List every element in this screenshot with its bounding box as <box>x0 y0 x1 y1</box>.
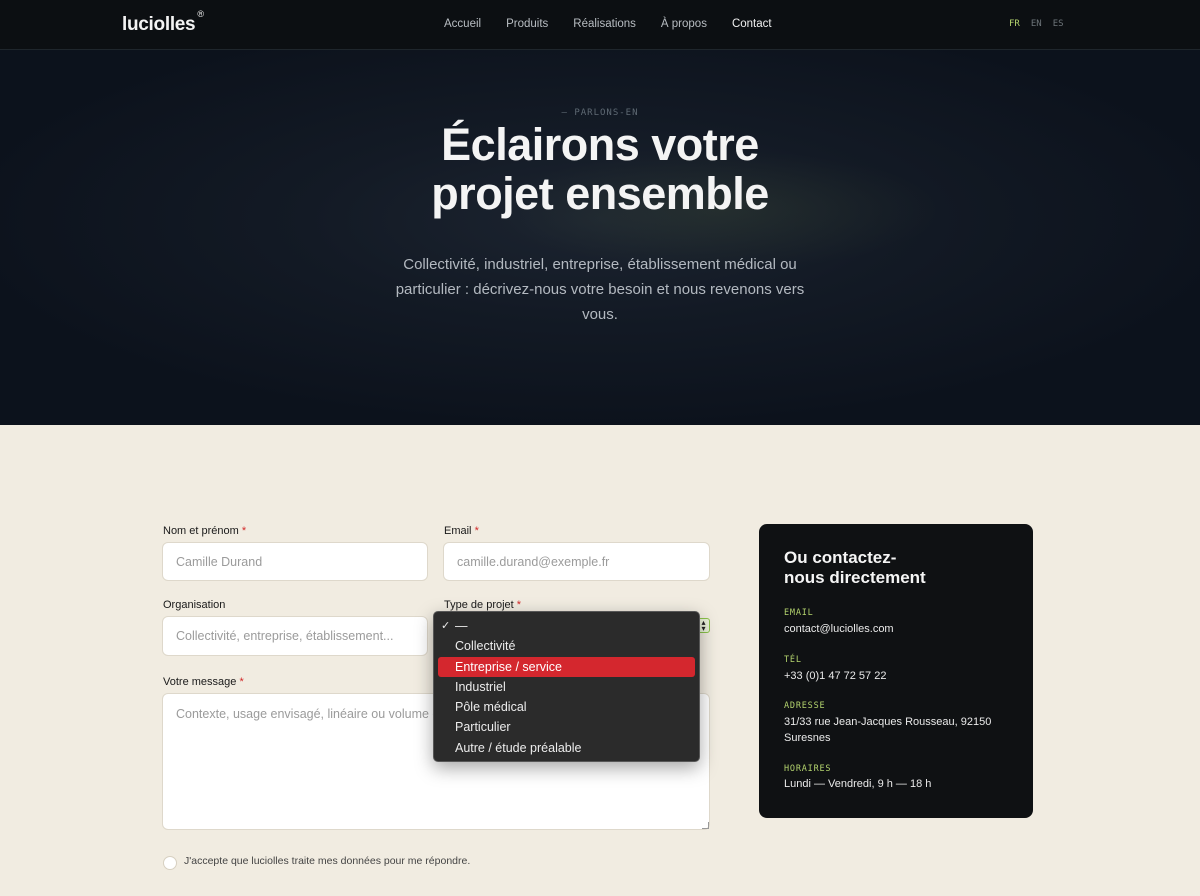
organisation-label: Organisation <box>163 599 226 611</box>
card-title-line-2: nous directement <box>784 568 926 587</box>
message-label-text: Votre message <box>163 676 237 688</box>
resize-handle-icon[interactable] <box>702 822 709 829</box>
organisation-placeholder: Collectivité, entreprise, établissement.… <box>176 629 394 643</box>
nav-link-a-propos[interactable]: À propos <box>661 0 707 50</box>
dropdown-option[interactable]: Industriel <box>438 677 695 697</box>
dropdown-option[interactable]: Particulier <box>438 717 695 737</box>
address-key: ADRESSE <box>784 701 826 711</box>
option-label: Industriel <box>455 679 506 694</box>
hours-key: HORAIRES <box>784 764 832 774</box>
lang-es[interactable]: ES <box>1053 19 1064 29</box>
brand-logo[interactable]: luciolles® <box>122 9 204 36</box>
option-label: Entreprise / service <box>455 659 562 674</box>
dropdown-option[interactable]: ✓ — <box>438 616 695 636</box>
hero-section: — PARLONS-EN Éclairons votre projet ense… <box>0 50 1200 425</box>
option-label: Particulier <box>455 720 511 735</box>
contact-email[interactable]: contact@luciolles.com <box>784 621 1014 637</box>
name-label-text: Nom et prénom <box>163 525 239 537</box>
language-switcher: FR EN ES <box>1009 19 1064 29</box>
top-navigation: luciolles® Accueil Produits Réalisations… <box>0 0 1200 53</box>
project-type-dropdown[interactable]: ✓ — Collectivité Entreprise / service Ind… <box>433 611 700 762</box>
option-label: Collectivité <box>455 639 516 654</box>
nav-link-produits[interactable]: Produits <box>506 0 548 50</box>
message-placeholder: Contexte, usage envisagé, linéaire ou vo… <box>176 707 440 721</box>
required-mark: * <box>241 525 247 537</box>
hero-title-line-1: Éclairons votre <box>441 119 759 170</box>
tel-key: TÉL <box>784 655 802 665</box>
contact-phone[interactable]: +33 (0)1 47 72 57 22 <box>784 668 1014 684</box>
dropdown-option[interactable]: Pôle médical <box>438 697 695 717</box>
check-icon: ✓ <box>441 620 451 632</box>
consent-label[interactable]: J'accepte que luciolles traite mes donné… <box>184 855 470 867</box>
dropdown-option[interactable]: Collectivité <box>438 636 695 656</box>
contact-address: 31/33 rue Jean-Jacques Rousseau, 92150 S… <box>784 716 992 744</box>
nav-links: Accueil Produits Réalisations À propos C… <box>444 0 797 53</box>
project-type-label: Type de projet * <box>444 599 521 611</box>
required-mark: * <box>239 676 244 688</box>
name-input[interactable]: Camille Durand <box>162 542 428 581</box>
hero-glow <box>0 50 1200 425</box>
email-key: EMAIL <box>784 608 814 618</box>
lang-en[interactable]: EN <box>1031 19 1042 29</box>
email-placeholder: camille.durand@exemple.fr <box>457 554 610 569</box>
contact-card-title: Ou contactez- nous directement <box>784 548 984 588</box>
email-label: Email * <box>444 525 479 537</box>
contact-card: Ou contactez- nous directement EMAIL con… <box>759 524 1033 818</box>
required-mark: * <box>516 599 522 611</box>
email-label-text: Email <box>444 525 472 537</box>
hero-subtitle: Collectivité, industriel, entreprise, ét… <box>395 256 805 323</box>
option-label: Autre / étude préalable <box>455 740 582 755</box>
hero-title-line-2: projet ensemble <box>431 168 769 219</box>
name-placeholder: Camille Durand <box>176 554 263 569</box>
nav-link-realisations[interactable]: Réalisations <box>573 0 636 50</box>
dropdown-option-highlighted[interactable]: Entreprise / service <box>438 656 695 677</box>
dropdown-option[interactable]: Autre / étude préalable <box>438 738 695 758</box>
option-label: Pôle médical <box>455 700 527 715</box>
hero-eyebrow: — PARLONS-EN <box>561 108 639 118</box>
brand-name: luciolles <box>122 14 196 35</box>
option-label: — <box>455 619 468 633</box>
contact-hours: Lundi — Vendredi, 9 h — 18 h <box>784 778 932 790</box>
nav-link-accueil[interactable]: Accueil <box>444 0 481 50</box>
project-type-label-text: Type de projet <box>444 599 514 611</box>
registered-mark: ® <box>197 8 204 19</box>
lang-fr[interactable]: FR <box>1009 19 1020 29</box>
organisation-input[interactable]: Collectivité, entreprise, établissement.… <box>162 616 428 656</box>
card-title-line-1: Ou contactez- <box>784 548 897 567</box>
nav-link-contact[interactable]: Contact <box>731 0 772 53</box>
name-label: Nom et prénom * <box>163 525 246 537</box>
email-input[interactable]: camille.durand@exemple.fr <box>443 542 710 581</box>
consent-checkbox[interactable] <box>163 856 177 870</box>
message-label: Votre message * <box>163 676 244 688</box>
hero-title: Éclairons votre projet ensemble <box>0 120 1200 218</box>
required-mark: * <box>474 525 479 537</box>
